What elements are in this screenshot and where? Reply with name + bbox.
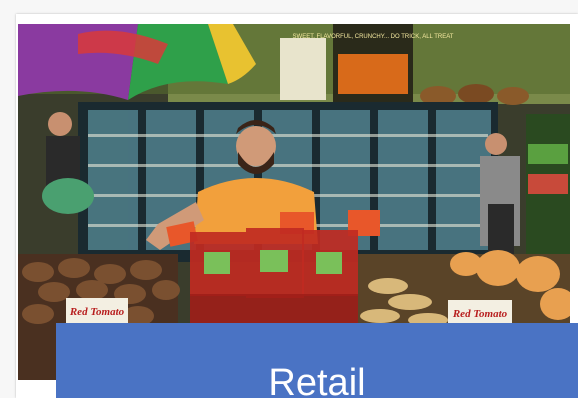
sign-left-text: Red Tomato [69, 306, 125, 318]
sign-right-text: Red Tomato [452, 308, 508, 320]
category-banner[interactable]: Retail [56, 323, 578, 398]
banner-label: Retail [268, 362, 366, 398]
